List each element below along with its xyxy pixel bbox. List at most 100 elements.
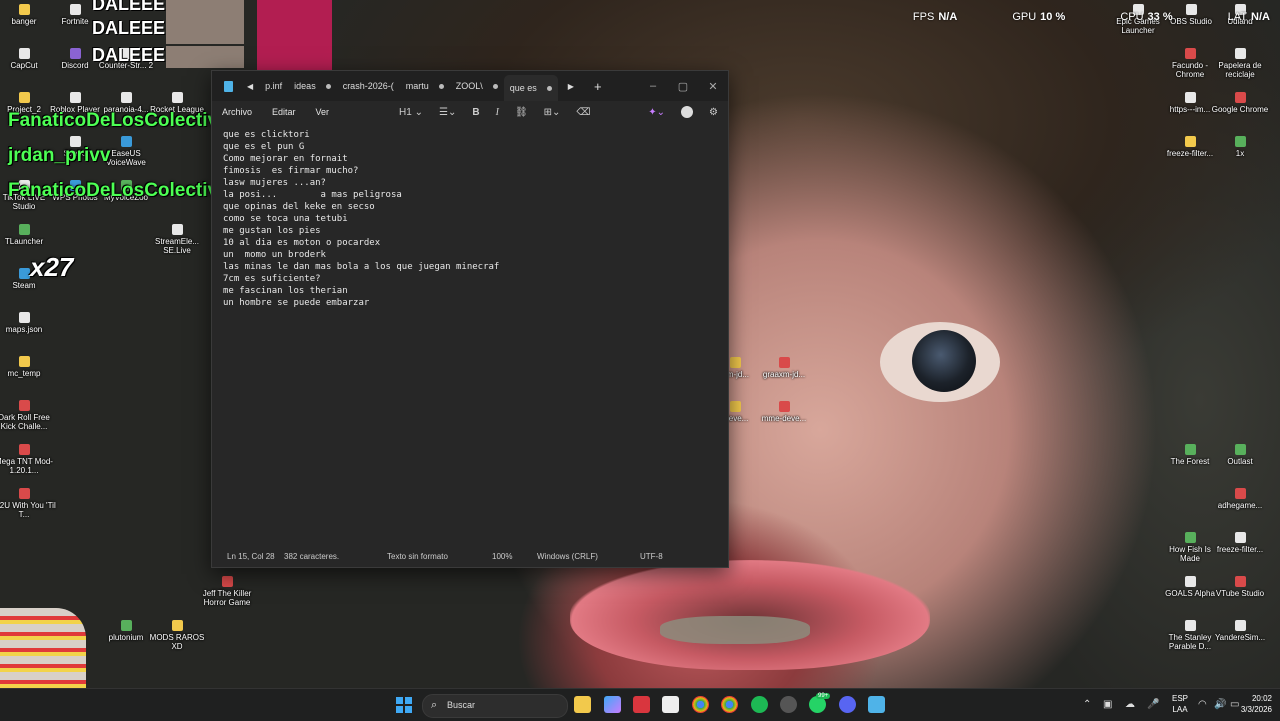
desktop-icon[interactable]: StreamEle... SE.Live (145, 224, 209, 255)
notepad-window[interactable]: ◀ p.inf ideas crash-2026-(martu ZOOL\ que es… (211, 70, 729, 568)
yandere-icon (1234, 620, 1246, 631)
italic-icon[interactable]: I (496, 107, 499, 118)
json-file-icon (18, 312, 30, 323)
desktop-icon[interactable]: Papelera de reciclaje (1208, 48, 1272, 79)
performance-overlay: FPS N/A GPU 10 % CPU 33 % LAT N/A (912, 11, 1270, 23)
line-ending[interactable]: Windows (CRLF) (537, 552, 598, 561)
notepad-tab[interactable]: martu (400, 71, 450, 101)
desktop-icon[interactable]: Mega TNT Mod-1.20.1... (0, 444, 56, 475)
notepad-tab[interactable]: p.inf (259, 71, 288, 101)
desktop-icon-label: https---im... (1169, 105, 1211, 114)
desktop-icon[interactable]: Google Chrome (1208, 92, 1272, 114)
menu-ver[interactable]: Ver (316, 107, 330, 117)
store-icon[interactable] (662, 696, 679, 713)
maximize-button[interactable]: ▢ (668, 80, 698, 93)
format-indicator[interactable]: Texto sin formato (387, 552, 448, 561)
desktop-icon-label: MODS RAROS XD (149, 633, 205, 651)
desktop-icon[interactable]: TLauncher (0, 224, 56, 246)
menu-editar[interactable]: Editar (272, 107, 296, 117)
list-icon[interactable]: ☰⌄ (439, 107, 456, 118)
capcut-icon (18, 48, 30, 59)
minimize-button[interactable]: – (638, 80, 668, 92)
wps-office-icon[interactable] (633, 696, 650, 713)
microphone-icon[interactable]: 🎤 (1147, 699, 1159, 710)
new-tab-button[interactable]: + (594, 79, 602, 94)
text-line: un hombre se puede embarzar (223, 298, 370, 308)
bold-icon[interactable]: B (472, 107, 479, 118)
folder-icon (729, 357, 741, 368)
alert-text: DALEEE (92, 0, 166, 14)
table-icon[interactable]: ⊞⌄ (544, 107, 561, 118)
notepad-taskbar-icon[interactable] (868, 696, 885, 713)
unsaved-dot-icon (325, 83, 331, 89)
desktop-icon[interactable]: 1x (1208, 136, 1272, 158)
heading-dropdown[interactable]: H1 ⌄ (399, 107, 423, 118)
settings-gear-icon[interactable]: ⚙ (709, 107, 718, 118)
chrome-icon[interactable] (692, 696, 709, 713)
folder-icon (18, 4, 30, 15)
desktop-icon-label: Fortnite (61, 17, 89, 26)
discord-taskbar-icon[interactable] (839, 696, 856, 713)
text-editor[interactable]: que es clicktori que es el pun G Como mejo… (223, 129, 499, 309)
tray-app-icon[interactable]: ▣ (1103, 699, 1112, 710)
notepad-titlebar[interactable]: ◀ p.inf ideas crash-2026-(martu ZOOL\ que es… (212, 71, 728, 101)
desktop-icon[interactable]: AI2U With You 'Til T... (0, 488, 56, 519)
desktop-icon[interactable]: MODS RAROS XD (145, 620, 209, 651)
taskbar: ⌕ Buscar 99+ ⌃ ▣ ☁ 🎤 ESP LAA ◠ 🔊 ▭ 20:02 3… (0, 688, 1280, 721)
tray-chevron-icon[interactable]: ⌃ (1083, 699, 1091, 710)
desktop-icon[interactable]: maps.json (0, 312, 56, 334)
steam-icon (18, 268, 30, 279)
tab-label: que es (509, 83, 537, 93)
tab-scroll-right-icon[interactable]: ▶ (568, 82, 574, 91)
account-icon[interactable] (681, 106, 694, 118)
desktop-icon[interactable]: mc_temp (0, 356, 56, 378)
text-line: que es clicktori (223, 130, 310, 140)
vtube-studio-icon (1234, 576, 1246, 587)
link-icon[interactable]: ⛓ (515, 107, 528, 118)
copilot-icon[interactable]: ✦⌄ (648, 107, 665, 118)
close-button[interactable]: ✕ (698, 80, 728, 93)
clock[interactable]: 20:02 3/3/2026 (1241, 693, 1272, 715)
taskbar-search[interactable]: ⌕ Buscar (422, 694, 568, 718)
desktop-icon[interactable]: mme-deve... (752, 401, 816, 423)
desktop-icon[interactable]: YandereSim... (1208, 620, 1272, 642)
spotify-icon[interactable] (751, 696, 768, 713)
folder-icon (18, 356, 30, 367)
desktop-icon-label: maps.json (5, 325, 43, 334)
notepad-tab[interactable]: crash-2026-( (337, 71, 400, 101)
copilot-taskbar-icon[interactable] (604, 696, 621, 713)
battery-icon[interactable]: ▭ (1230, 699, 1239, 710)
chrome-profile-icon[interactable] (721, 696, 738, 713)
clear-format-icon[interactable]: ⌫ (576, 107, 590, 118)
zoom-level[interactable]: 100% (492, 552, 512, 561)
folder-icon (1184, 136, 1196, 147)
file-explorer-icon[interactable] (574, 696, 591, 713)
desktop-icon[interactable]: freeze-filter... (1208, 532, 1272, 554)
easeus-icon (120, 136, 132, 147)
desktop-icon-label: StreamEle... SE.Live (154, 237, 199, 255)
desktop-icon-label: Outlast (1227, 457, 1253, 466)
desktop-icon[interactable]: graaxm-jd... (752, 357, 816, 379)
wifi-icon[interactable]: ◠ (1198, 699, 1207, 710)
desktop-icon-label: Google Chrome (1211, 105, 1269, 114)
volume-icon[interactable]: 🔊 (1214, 699, 1226, 710)
desktop-icon[interactable]: VTube Studio (1208, 576, 1272, 598)
chrome-icon (1184, 48, 1196, 59)
desktop-icon[interactable]: Dark Roll Free Kick Challe... (0, 400, 56, 431)
start-button[interactable] (396, 697, 412, 713)
language-indicator[interactable]: ESP LAA (1172, 693, 1188, 715)
notepad-tab[interactable]: que es (503, 75, 558, 101)
tray-cloud-icon[interactable]: ☁ (1125, 699, 1135, 710)
steam-taskbar-icon[interactable] (780, 696, 797, 713)
text-line: un momo un broderk (223, 250, 326, 260)
game-icon (1184, 532, 1196, 543)
desktop-icon[interactable]: adhegame... (1208, 488, 1272, 510)
tab-label: ZOOL\ (455, 81, 483, 91)
notepad-tab[interactable]: ZOOL\ (450, 71, 504, 101)
desktop-icon[interactable]: Outlast (1208, 444, 1272, 466)
encoding[interactable]: UTF-8 (640, 552, 663, 561)
menu-archivo[interactable]: Archivo (222, 107, 252, 117)
notepad-tab[interactable]: ideas (288, 71, 337, 101)
desktop-icon[interactable]: Jeff The Killer Horror Game (195, 576, 259, 607)
tab-scroll-left-icon[interactable]: ◀ (247, 82, 253, 91)
